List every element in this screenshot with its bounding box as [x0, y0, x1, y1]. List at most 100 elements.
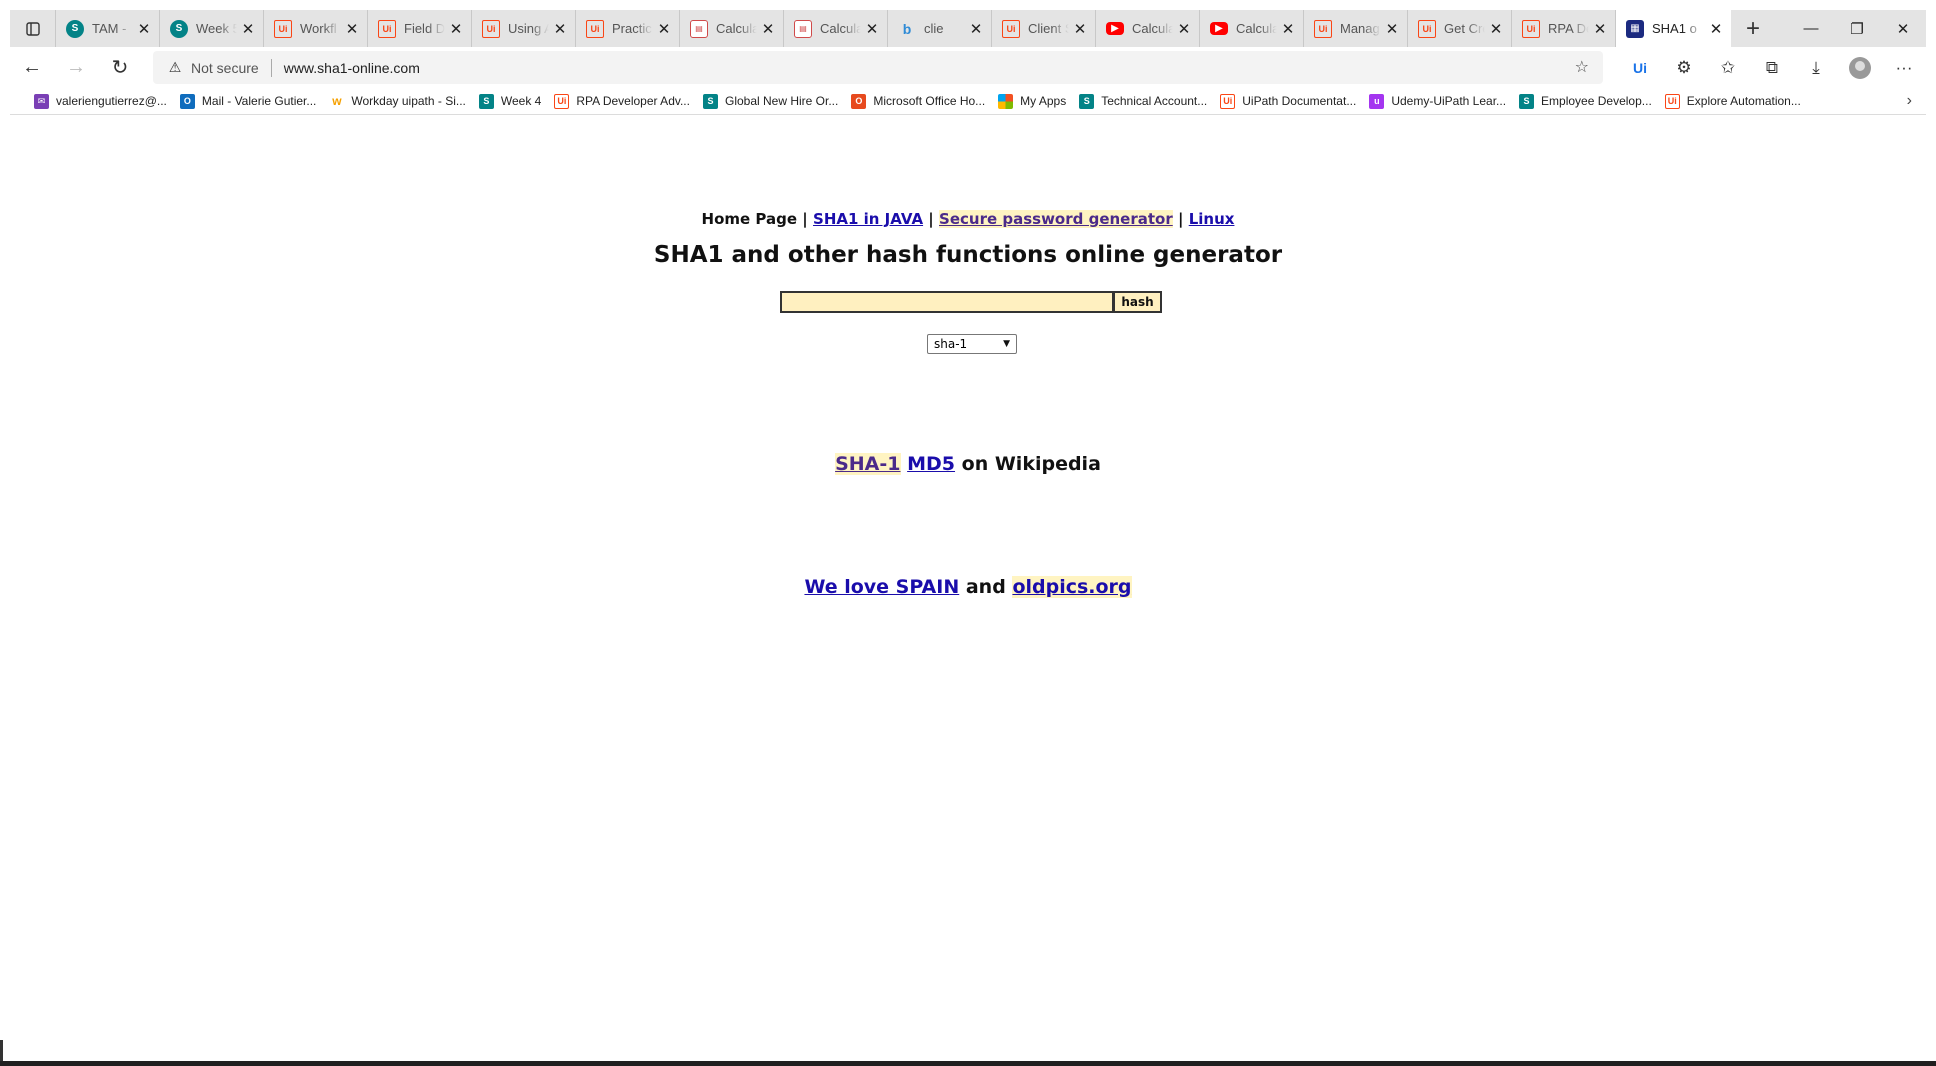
close-tab-icon[interactable]: ✕ — [759, 20, 777, 38]
tab-title: Calcula — [716, 21, 759, 36]
browser-tab[interactable]: ▶ Calcula ✕ — [1096, 10, 1200, 47]
browser-tab[interactable]: Ui Workfl ✕ — [264, 10, 368, 47]
close-window-button[interactable]: ✕ — [1880, 10, 1926, 47]
favorites-icon[interactable]: ✩ — [1706, 47, 1750, 88]
extensions-icon[interactable]: ⚙ — [1662, 47, 1706, 88]
tab-title: SHA1 o — [1652, 21, 1697, 36]
forward-button[interactable]: → — [54, 47, 98, 88]
browser-toolbar: ← → ↻ ⚠ Not secure www.sha1-online.com ☆… — [10, 47, 1926, 88]
algorithm-select[interactable]: sha-1 ▼ — [927, 334, 1017, 354]
favorite-item[interactable]: O Mail - Valerie Gutier... — [179, 88, 316, 115]
office-icon: O — [851, 93, 867, 109]
tabs-container: S TAM - ✕ S Week 5 ✕ Ui Workfl ✕ Ui Field D ✕ Ui Usi… — [56, 10, 1731, 47]
address-bar[interactable]: ⚠ Not secure www.sha1-online.com ☆ — [153, 51, 1603, 84]
password-generator-link[interactable]: Secure password generator — [939, 210, 1173, 228]
browser-tab[interactable]: b clie ✕ — [888, 10, 992, 47]
uipath-icon: Ui — [586, 19, 604, 38]
page-content: Home Page | SHA1 in JAVA | Secure passwo… — [10, 116, 1926, 1061]
close-tab-icon[interactable]: ✕ — [1383, 20, 1401, 38]
tab-title: clie — [924, 21, 944, 36]
browser-tab[interactable]: Ui Practic ✕ — [576, 10, 680, 47]
favorite-item[interactable]: S Week 4 — [478, 88, 541, 115]
uipath-icon: Ui — [1002, 19, 1020, 38]
close-tab-icon[interactable]: ✕ — [239, 20, 257, 38]
restore-button[interactable]: ❐ — [1834, 10, 1880, 47]
oldpics-link[interactable]: oldpics.org — [1012, 576, 1132, 598]
hash-button[interactable]: hash — [1114, 291, 1162, 313]
minimize-button[interactable]: — — [1788, 10, 1834, 47]
close-tab-icon[interactable]: ✕ — [967, 20, 985, 38]
sha1-java-link[interactable]: SHA1 in JAVA — [813, 210, 923, 228]
sharepoint-icon: S — [66, 19, 84, 38]
browser-tab[interactable]: Ui Get Cre ✕ — [1408, 10, 1512, 47]
profile-button[interactable] — [1838, 47, 1882, 88]
browser-tab[interactable]: ▤ Calcula ✕ — [680, 10, 784, 47]
sharepoint-icon: S — [478, 93, 494, 109]
close-tab-icon[interactable]: ✕ — [447, 20, 465, 38]
toolbar-right-icons: Ui ⚙ ✩ ⧉ ⤓ ··· — [1618, 47, 1926, 88]
uipath-extension-icon[interactable]: Ui — [1618, 47, 1662, 88]
close-tab-icon[interactable]: ✕ — [1707, 20, 1725, 38]
chevron-right-icon[interactable]: › — [1907, 92, 1912, 110]
add-favorite-icon[interactable]: ☆ — [1575, 57, 1589, 77]
back-button[interactable]: ← — [10, 47, 54, 88]
settings-menu-icon[interactable]: ··· — [1882, 47, 1926, 88]
browser-tab[interactable]: ▤ Calcula ✕ — [784, 10, 888, 47]
new-tab-button[interactable]: + — [1731, 10, 1775, 47]
we-love-spain-link[interactable]: We love SPAIN — [804, 576, 959, 598]
browser-tab[interactable]: Ui Manag ✕ — [1304, 10, 1408, 47]
favorite-item[interactable]: ✉ valeriengutierrez@... — [34, 88, 167, 115]
refresh-button[interactable]: ↻ — [98, 47, 142, 88]
md5-wikipedia-link[interactable]: MD5 — [907, 453, 955, 475]
taskbar — [0, 1061, 1936, 1066]
tab-title: RPA De — [1548, 21, 1591, 36]
algorithm-selected: sha-1 — [934, 337, 968, 351]
favorite-item[interactable]: O Microsoft Office Ho... — [851, 88, 985, 115]
close-tab-icon[interactable]: ✕ — [343, 20, 361, 38]
favorite-item[interactable]: u Udemy-UiPath Lear... — [1369, 88, 1506, 115]
close-tab-icon[interactable]: ✕ — [1279, 20, 1297, 38]
mail-icon: ✉ — [34, 93, 49, 109]
browser-tab[interactable]: S TAM - ✕ — [56, 10, 160, 47]
close-tab-icon[interactable]: ✕ — [551, 20, 569, 38]
tab-actions-button[interactable] — [10, 10, 56, 47]
uipath-icon: Ui — [482, 19, 500, 38]
browser-tab[interactable]: Ui RPA De ✕ — [1512, 10, 1616, 47]
linux-link[interactable]: Linux — [1189, 210, 1235, 228]
close-tab-icon[interactable]: ✕ — [655, 20, 673, 38]
uipath-icon: Ui — [1418, 19, 1436, 38]
browser-tab[interactable]: S Week 5 ✕ — [160, 10, 264, 47]
browser-tab[interactable]: Ui Using A ✕ — [472, 10, 576, 47]
pdf-icon: ▤ — [794, 19, 812, 38]
browser-tab[interactable]: ▶ Calcula ✕ — [1200, 10, 1304, 47]
favorite-label: Explore Automation... — [1686, 94, 1801, 108]
favorite-label: Udemy-UiPath Lear... — [1391, 94, 1507, 108]
favorite-item[interactable]: w Workday uipath - Si... — [329, 88, 466, 115]
tab-title: Get Cre — [1444, 21, 1487, 36]
close-tab-icon[interactable]: ✕ — [1591, 20, 1609, 38]
tab-title: Field D — [404, 21, 446, 36]
close-tab-icon[interactable]: ✕ — [1487, 20, 1505, 38]
close-tab-icon[interactable]: ✕ — [1071, 20, 1089, 38]
url-text[interactable]: www.sha1-online.com — [284, 60, 420, 76]
browser-tab[interactable]: Ui Field D ✕ — [368, 10, 472, 47]
warning-icon[interactable]: ⚠ — [167, 59, 183, 76]
home-page-text: Home Page — [701, 210, 798, 228]
browser-tab[interactable]: ▦ SHA1 o ✕ — [1616, 10, 1731, 47]
favorite-item[interactable]: S Employee Develop... — [1519, 88, 1652, 115]
favorite-item[interactable]: My Apps — [998, 88, 1066, 115]
close-tab-icon[interactable]: ✕ — [1175, 20, 1193, 38]
favorite-item[interactable]: S Global New Hire Or... — [702, 88, 838, 115]
collections-icon[interactable]: ⧉ — [1750, 47, 1794, 88]
close-tab-icon[interactable]: ✕ — [135, 20, 153, 38]
browser-tab[interactable]: Ui Client S ✕ — [992, 10, 1096, 47]
favorite-item[interactable]: S Technical Account... — [1079, 88, 1207, 115]
hash-input[interactable] — [780, 291, 1114, 313]
favorite-item[interactable]: Ui Explore Automation... — [1664, 88, 1801, 115]
close-tab-icon[interactable]: ✕ — [863, 20, 881, 38]
sha1-wikipedia-link[interactable]: SHA-1 — [835, 453, 901, 475]
favorite-item[interactable]: Ui UiPath Documentat... — [1220, 88, 1356, 115]
downloads-icon[interactable]: ⤓ — [1794, 47, 1838, 88]
security-status[interactable]: Not secure — [191, 60, 259, 76]
favorite-item[interactable]: Ui RPA Developer Adv... — [554, 88, 690, 115]
